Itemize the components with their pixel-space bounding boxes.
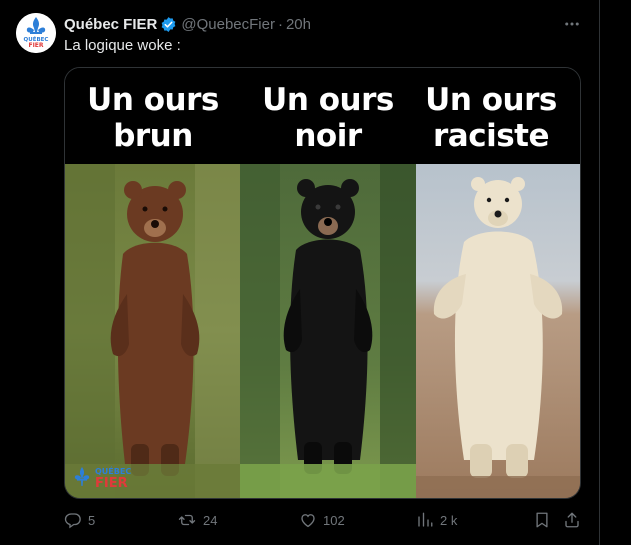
like-button[interactable]: 102 [299, 511, 345, 529]
reply-button[interactable]: 5 [64, 511, 95, 529]
brown-bear-panel: QUÉBEC FIER [65, 164, 240, 498]
display-name[interactable]: Québec FIER [64, 16, 157, 33]
tweet-card[interactable]: QUÉBEC FIER Québec FIER @QuebecFier · 20… [0, 0, 631, 545]
bookmark-icon [536, 512, 548, 528]
timestamp[interactable]: 20h [286, 16, 311, 33]
svg-text:FIER: FIER [28, 42, 43, 49]
tweet-actions: 5 24 102 2 k [64, 511, 584, 531]
black-bear-panel [240, 164, 416, 498]
views-count: 2 k [440, 512, 458, 528]
bookmark-button[interactable] [533, 511, 557, 529]
caption-polar-bear: Un ours raciste [425, 82, 557, 154]
caption-brown-bear: Un ours brun [87, 82, 219, 154]
reply-icon [64, 513, 81, 529]
like-icon [301, 514, 315, 528]
polar-bear-panel [416, 164, 580, 498]
tweet-header: Québec FIER @QuebecFier · 20h [64, 14, 311, 34]
reply-count: 5 [88, 512, 96, 528]
retweet-icon [178, 514, 196, 526]
share-button[interactable] [563, 511, 587, 529]
watermark-logo: QUÉBEC FIER [71, 466, 131, 490]
handle[interactable]: @QuebecFier [181, 16, 275, 33]
fleur-de-lis-icon [74, 467, 90, 486]
like-count: 102 [323, 512, 345, 528]
views-icon [418, 512, 433, 527]
watermark-line1: QUÉBEC [95, 466, 132, 476]
retweet-button[interactable]: 24 [177, 511, 217, 529]
more-icon[interactable] [560, 12, 584, 36]
views-button[interactable]: 2 k [416, 511, 457, 529]
verified-badge-icon[interactable] [160, 16, 177, 33]
share-icon [565, 512, 579, 528]
caption-black-bear: Un ours noir [262, 82, 394, 154]
meme-caption-bar: Un ours brun Un ours noir Un ours racist… [65, 68, 580, 164]
watermark-line2: FIER [95, 475, 128, 491]
column-border [599, 0, 600, 545]
avatar[interactable]: QUÉBEC FIER [16, 13, 56, 53]
tweet-media-image[interactable]: Un ours brun Un ours noir Un ours racist… [64, 67, 581, 499]
retweet-count: 24 [203, 512, 218, 528]
separator-dot: · [277, 15, 283, 33]
tweet-text: La logique woke : [64, 37, 181, 54]
